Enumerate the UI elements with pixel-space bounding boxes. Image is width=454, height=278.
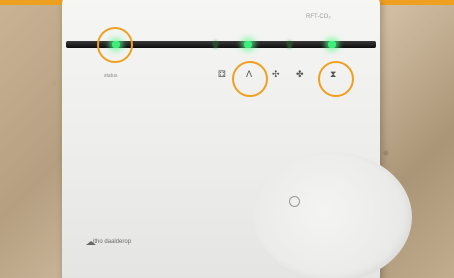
status-label: status [104, 73, 118, 79]
control-wheel[interactable] [252, 152, 412, 278]
fan-high-icon[interactable]: ✤ [296, 69, 304, 79]
fan-medium-icon[interactable]: ✣ [272, 69, 280, 79]
brand-label: itho daalderop [93, 239, 132, 245]
speed-led-2 [328, 41, 336, 48]
highlight-circle-timer [318, 61, 354, 97]
center-button[interactable] [289, 196, 300, 207]
photo: RFT-CO₂ status ⚃ ⴷ ✣ ✤ ⧗ itho daalderop [0, 0, 454, 278]
speed-led-1 [244, 41, 252, 48]
auto-mode-icon[interactable]: ⚃ [218, 69, 226, 79]
led-dim-2 [288, 41, 291, 48]
highlight-circle-led [97, 27, 133, 63]
highlight-circle-fan-low [232, 61, 268, 97]
led-dim-1 [214, 41, 217, 48]
model-label: RFT-CO₂ [306, 14, 331, 20]
